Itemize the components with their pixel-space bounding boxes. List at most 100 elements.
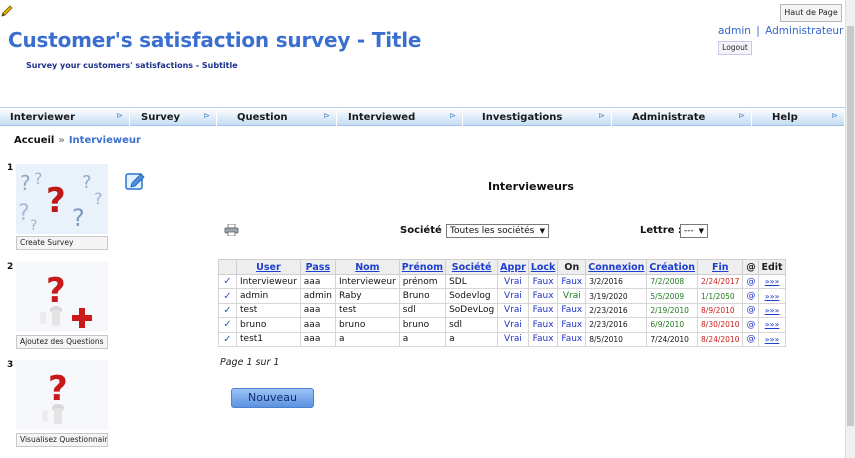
column-header-societe[interactable]: Société xyxy=(445,259,499,275)
top-of-page-button[interactable]: Haut de Page xyxy=(780,4,842,22)
breadcrumb-home[interactable]: Accueil xyxy=(14,135,54,146)
column-header-prenom[interactable]: Prénom xyxy=(398,259,447,275)
email-icon[interactable]: @ xyxy=(742,331,760,347)
add-question-illustration[interactable]: ? xyxy=(16,262,108,332)
submenu-arrow-icon: ⊳ xyxy=(738,111,745,120)
cell-appr[interactable]: Vrai xyxy=(497,317,529,333)
edit-link[interactable]: »»» xyxy=(758,317,786,333)
cell-prenom: bruno xyxy=(398,317,447,333)
email-icon[interactable]: @ xyxy=(742,288,760,304)
printer-icon[interactable] xyxy=(224,224,239,236)
cell-fin: 8/30/2010 xyxy=(697,317,744,333)
scrollbar-thumb[interactable] xyxy=(847,26,854,426)
svg-text:?: ? xyxy=(20,171,31,195)
cell-user: bruno xyxy=(236,317,301,333)
cell-pass: aaa xyxy=(299,302,337,319)
menu-label: Investigations xyxy=(482,112,563,123)
svg-text:?: ? xyxy=(34,169,43,188)
column-header-on: On xyxy=(557,259,587,275)
menu-investigations[interactable]: Investigations ⊳ xyxy=(472,108,612,127)
step-caption[interactable]: Visualisez Questionnair xyxy=(16,433,108,447)
cell-lock[interactable]: Faux xyxy=(527,302,559,319)
row-check-icon[interactable]: ✓ xyxy=(218,317,237,333)
edit-link[interactable]: »»» xyxy=(758,302,786,319)
menu-survey[interactable]: Survey ⊳ xyxy=(131,108,217,127)
cell-appr[interactable]: Vrai xyxy=(497,273,529,290)
vertical-scrollbar[interactable] xyxy=(845,0,855,458)
new-interviewer-button[interactable]: Nouveau xyxy=(231,388,314,408)
email-icon[interactable]: @ xyxy=(742,273,760,290)
svg-text:?: ? xyxy=(46,271,66,311)
cell-appr[interactable]: Vrai xyxy=(497,288,529,304)
cell-societe: a xyxy=(445,331,499,347)
table-row: ✓ Intervieweur aaa Intervieweur prénom S… xyxy=(218,273,786,290)
svg-text:?: ? xyxy=(30,218,37,234)
cell-societe: SoDevLog xyxy=(445,302,499,319)
cell-appr[interactable]: Vrai xyxy=(497,331,529,347)
edit-link[interactable]: »»» xyxy=(758,331,786,347)
cell-societe: SDL xyxy=(445,273,499,290)
cell-lock[interactable]: Faux xyxy=(527,317,559,333)
cell-nom: bruno xyxy=(335,317,400,333)
column-header-connexion[interactable]: Connexion xyxy=(585,259,648,275)
table-row: ✓ test aaa test sdl SoDevLog Vrai Faux F… xyxy=(218,302,786,319)
survey-illustration[interactable]: ? ? ? ? ? ? ? ? xyxy=(16,164,108,234)
cell-on: Faux xyxy=(557,317,587,333)
cell-lock[interactable]: Faux xyxy=(527,331,559,347)
cell-on: Faux xyxy=(557,331,587,347)
menu-question[interactable]: Question ⊳ xyxy=(227,108,337,127)
role-link[interactable]: Administrateur xyxy=(765,25,843,37)
menu-label: Administrate xyxy=(632,112,706,123)
cell-connexion: 3/19/2020 xyxy=(585,288,648,304)
pagination-text: Page 1 sur 1 xyxy=(220,357,280,368)
cell-on: Faux xyxy=(557,273,587,290)
cell-connexion: 2/23/2016 xyxy=(585,317,648,333)
user-links-separator: | xyxy=(756,25,760,37)
user-link[interactable]: admin xyxy=(718,25,751,37)
logout-button[interactable]: Logout xyxy=(718,41,752,55)
row-check-icon[interactable]: ✓ xyxy=(218,302,237,319)
row-check-icon[interactable]: ✓ xyxy=(218,288,237,304)
cell-connexion: 3/2/2016 xyxy=(585,273,648,290)
step-caption[interactable]: Ajoutez des Questions xyxy=(16,335,108,349)
column-header-fin[interactable]: Fin xyxy=(697,259,744,275)
column-header-email: @ xyxy=(742,259,760,275)
edit-icon[interactable] xyxy=(125,171,147,191)
svg-text:?: ? xyxy=(18,201,30,226)
column-header-nom[interactable]: Nom xyxy=(335,259,400,275)
table-row: ✓ admin admin Raby Bruno Sodevlog Vrai F… xyxy=(218,288,786,304)
cell-user: admin xyxy=(236,288,301,304)
menu-label: Question xyxy=(237,112,288,123)
submenu-arrow-icon: ⊳ xyxy=(449,111,456,120)
edit-link[interactable]: »»» xyxy=(758,288,786,304)
menu-help[interactable]: Help ⊳ xyxy=(762,108,845,127)
cell-societe: Sodevlog xyxy=(445,288,499,304)
cell-lock[interactable]: Faux xyxy=(527,288,559,304)
breadcrumb-separator: » xyxy=(58,135,65,146)
edit-link[interactable]: »»» xyxy=(758,273,786,290)
cell-creation: 5/5/2009 xyxy=(646,288,699,304)
cell-on: Vrai xyxy=(557,288,587,304)
menu-interviewer[interactable]: Interviewer ⊳ xyxy=(0,108,130,127)
email-icon[interactable]: @ xyxy=(742,317,760,333)
menu-label: Interviewer xyxy=(10,112,76,123)
view-survey-illustration[interactable]: ? xyxy=(16,360,108,430)
column-header-pass[interactable]: Pass xyxy=(299,259,337,275)
menu-interviewed[interactable]: Interviewed ⊳ xyxy=(338,108,463,127)
step-caption[interactable]: Create Survey xyxy=(16,236,108,250)
row-check-icon[interactable]: ✓ xyxy=(218,331,237,347)
pencil-icon[interactable] xyxy=(0,4,14,18)
cell-appr[interactable]: Vrai xyxy=(497,302,529,319)
column-header-lock[interactable]: Lock xyxy=(527,259,559,275)
email-icon[interactable]: @ xyxy=(742,302,760,319)
lettre-select[interactable]: --- ▼ xyxy=(680,224,708,238)
main-menu: Interviewer ⊳ Survey ⊳ Question ⊳ Interview… xyxy=(0,107,845,127)
column-header-creation[interactable]: Création xyxy=(646,259,699,275)
row-check-icon[interactable]: ✓ xyxy=(218,273,237,290)
column-header-appr[interactable]: Appr xyxy=(497,259,529,275)
cell-lock[interactable]: Faux xyxy=(527,273,559,290)
societe-select[interactable]: Toutes les sociétés ▼ xyxy=(446,224,549,238)
column-header-user[interactable]: User xyxy=(236,259,301,275)
menu-administrate[interactable]: Administrate ⊳ xyxy=(622,108,752,127)
svg-text:?: ? xyxy=(94,189,103,208)
